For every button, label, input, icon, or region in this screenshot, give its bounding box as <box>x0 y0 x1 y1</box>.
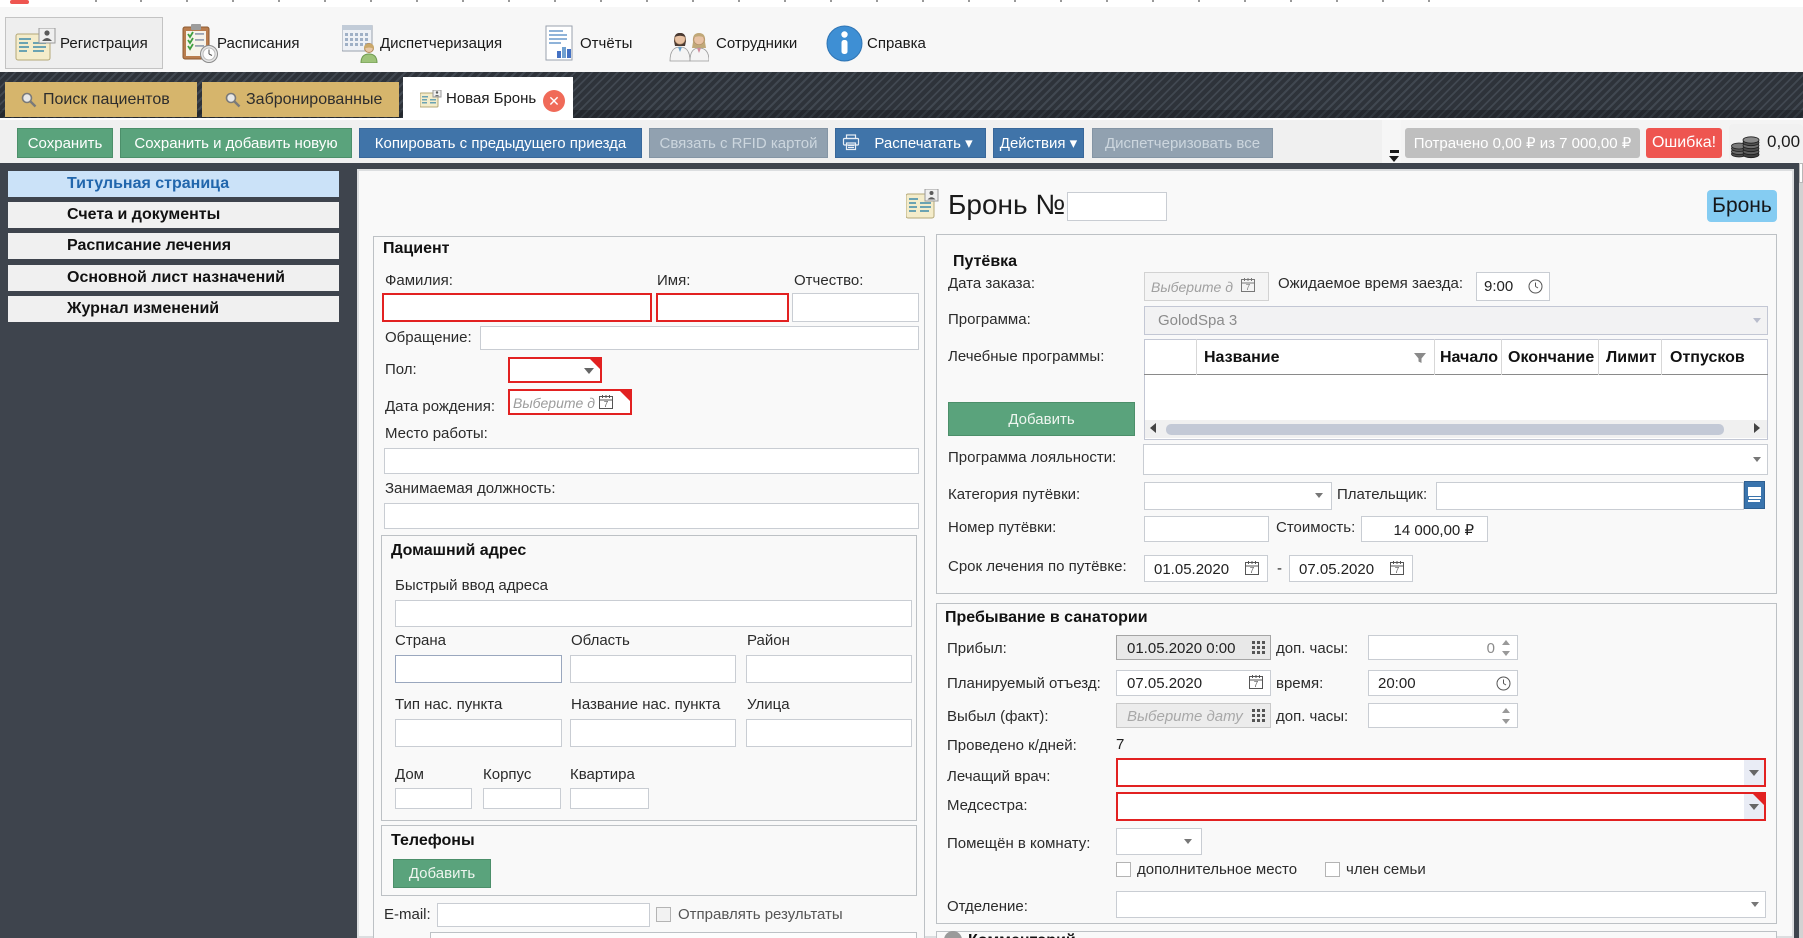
svg-text:7: 7 <box>1250 566 1255 575</box>
svg-text:7: 7 <box>1395 566 1400 575</box>
svg-text:7: 7 <box>604 400 609 409</box>
svg-text:7: 7 <box>1246 283 1251 292</box>
svg-text:7: 7 <box>1254 680 1259 689</box>
